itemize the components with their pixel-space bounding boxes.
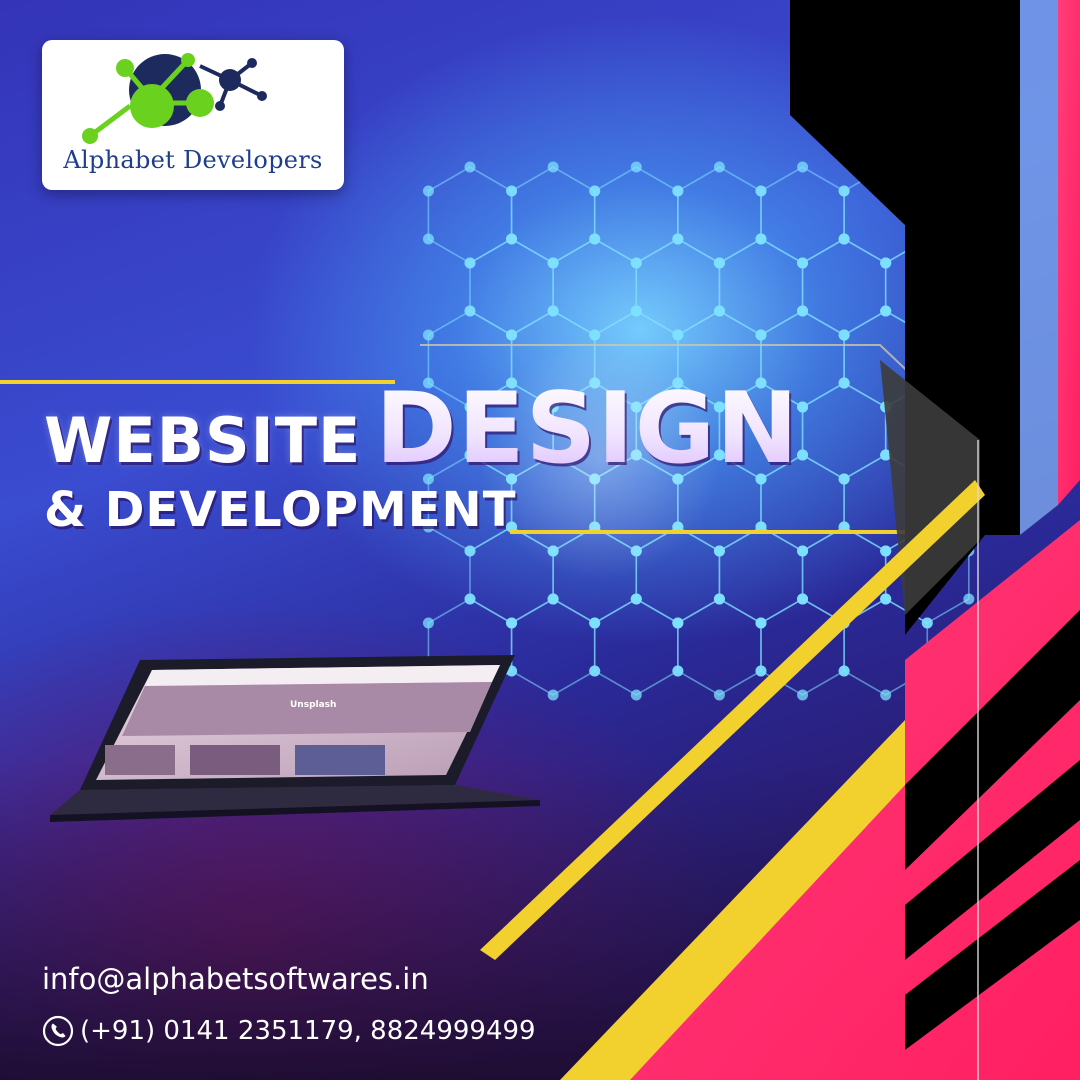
contact-phone-row[interactable]: (+91) 0141 2351179, 8824999499 (42, 1015, 536, 1047)
contact-email[interactable]: info@alphabetsoftwares.in (42, 962, 429, 996)
laptop-illustration: Unsplash (50, 655, 540, 822)
hexagon-node (713, 593, 725, 605)
hexagon-cell (801, 238, 887, 336)
hexagon-cell (718, 238, 804, 336)
hexagon-cell (801, 382, 887, 480)
hexagon-node (589, 665, 601, 677)
headline-design: DESIGN (375, 372, 800, 486)
hexagon-cell (593, 166, 679, 264)
hexagon-node (921, 617, 933, 629)
hexagon-node (589, 329, 601, 341)
hexagon-node (506, 185, 518, 197)
hexagon-node (422, 329, 434, 341)
hexagon-node (797, 545, 809, 557)
hexagon-node (880, 545, 892, 557)
hexagon-node (589, 233, 601, 245)
laptop-screen-label: Unsplash (290, 700, 336, 710)
headline-development: & DEVELOPMENT (44, 482, 517, 538)
hexagon-node (713, 257, 725, 269)
hexagon-cell (427, 166, 513, 264)
hexagon-node (672, 665, 684, 677)
hexagon-cell (760, 166, 845, 264)
hexagon-node (630, 257, 642, 269)
hexagon-node (547, 593, 559, 605)
hexagon-cell (718, 526, 804, 624)
hexagon-node (672, 185, 684, 197)
hexagon-node (506, 617, 518, 629)
hexagon-node (838, 473, 850, 485)
hexagon-node (713, 689, 725, 701)
hexagon-node (630, 593, 642, 605)
hexagon-node (880, 689, 892, 701)
hexagon-cell (510, 598, 596, 696)
hexagon-node (547, 161, 559, 173)
hexagon-cell (677, 166, 762, 264)
hexagon-node (464, 161, 476, 173)
hexagon-node (422, 233, 434, 245)
headline: WEBSITE DESIGN & DEVELOPMENT (44, 372, 799, 538)
logo-card: Alphabet Developers (42, 40, 344, 190)
hexagon-cell (593, 598, 679, 696)
hexagon-node (963, 593, 975, 605)
hexagon-node (880, 593, 892, 605)
hexagon-node (713, 305, 725, 317)
hexagon-node (713, 161, 725, 173)
blue-strip (1020, 0, 1058, 535)
hexagon-node (630, 305, 642, 317)
hexagon-node (755, 665, 767, 677)
hexagon-node (838, 329, 850, 341)
headline-website: WEBSITE (44, 404, 362, 477)
brand-name: Alphabet Developers (63, 146, 323, 174)
hexagon-node (422, 185, 434, 197)
hexagon-node (755, 233, 767, 245)
hexagon-cell (635, 238, 721, 336)
contact-phone: (+91) 0141 2351179, 8824999499 (80, 1016, 536, 1046)
hexagon-node (630, 689, 642, 701)
hexagon-node (589, 617, 601, 629)
hexagon-node (630, 161, 642, 173)
hexagon-node (838, 377, 850, 389)
hexagon-cell (677, 598, 762, 696)
laptop-tile-1 (105, 745, 175, 775)
hexagon-node (838, 233, 850, 245)
hexagon-node (672, 329, 684, 341)
hexagon-node (589, 185, 601, 197)
hexagon-node (464, 257, 476, 269)
hexagon-node (797, 305, 809, 317)
hexagon-cell (552, 238, 638, 336)
hexagon-node (506, 233, 518, 245)
hexagon-node (422, 617, 434, 629)
hexagon-node (713, 545, 725, 557)
molecule-icon (82, 53, 267, 144)
hexagon-node (755, 329, 767, 341)
hexagon-node (880, 257, 892, 269)
hexagon-node (464, 545, 476, 557)
pink-strip-top (1058, 0, 1080, 505)
hexagon-cell (469, 238, 554, 336)
hexagon-node (755, 617, 767, 629)
hexagon-node (547, 305, 559, 317)
hexagon-node (672, 617, 684, 629)
hexagon-node (797, 161, 809, 173)
hexagon-node (755, 185, 767, 197)
hexagon-node (797, 257, 809, 269)
laptop-tile-2 (190, 745, 280, 775)
hexagon-node (838, 665, 850, 677)
hexagon-node (797, 689, 809, 701)
hexagon-node (547, 257, 559, 269)
laptop-tile-3 (295, 745, 385, 775)
hexagon-node (547, 689, 559, 701)
hexagon-node (672, 233, 684, 245)
hexagon-node (506, 329, 518, 341)
hexagon-node (797, 593, 809, 605)
poster-canvas: Unsplash Alphabet Developers WEBSITE DES… (0, 0, 1080, 1080)
hexagon-node (464, 593, 476, 605)
hexagon-node (464, 305, 476, 317)
hexagon-node (838, 185, 850, 197)
hexagon-node (880, 305, 892, 317)
hexagon-cell (510, 166, 596, 264)
phone-icon (42, 1015, 74, 1047)
